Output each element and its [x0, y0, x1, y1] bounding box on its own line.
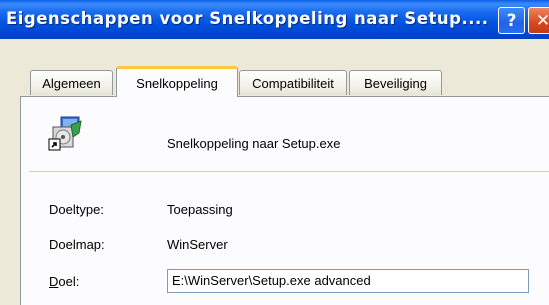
- help-button[interactable]: ?: [498, 7, 525, 34]
- doel-label-accelerator: D: [49, 274, 59, 289]
- doel-label-text: oel:: [58, 274, 80, 289]
- doelmap-value: WinServer: [167, 237, 228, 252]
- title-bar[interactable]: Eigenschappen voor Snelkoppeling naar Se…: [0, 0, 549, 39]
- tab-label: Algemeen: [42, 75, 101, 91]
- close-icon: ✕: [535, 10, 549, 31]
- doel-field[interactable]: E:\WinServer\Setup.exe advanced: [167, 269, 529, 293]
- doel-label: Doel:: [49, 274, 79, 289]
- help-icon: ?: [506, 10, 517, 31]
- doelmap-label: Doelmap:: [49, 237, 105, 252]
- doeltype-value: Toepassing: [167, 202, 233, 217]
- tab-compatibiliteit[interactable]: Compatibiliteit: [239, 70, 347, 95]
- tab-beveiliging[interactable]: Beveiliging: [349, 70, 442, 95]
- tab-algemeen[interactable]: Algemeen: [30, 70, 113, 95]
- window-title: Eigenschappen voor Snelkoppeling naar Se…: [6, 9, 489, 28]
- shortcut-name: Snelkoppeling naar Setup.exe: [167, 136, 341, 151]
- divider: [29, 171, 549, 173]
- setup-shortcut-icon: [48, 116, 82, 151]
- shortcut-panel: Snelkoppeling naar Setup.exe Doeltype: T…: [20, 96, 549, 305]
- tab-snelkoppeling[interactable]: Snelkoppeling: [116, 66, 238, 97]
- close-button[interactable]: ✕: [528, 7, 549, 34]
- doeltype-label: Doeltype:: [49, 202, 104, 217]
- tab-label: Compatibiliteit: [252, 75, 334, 91]
- tab-label: Beveiliging: [364, 75, 427, 91]
- tab-label: Snelkoppeling: [136, 75, 218, 91]
